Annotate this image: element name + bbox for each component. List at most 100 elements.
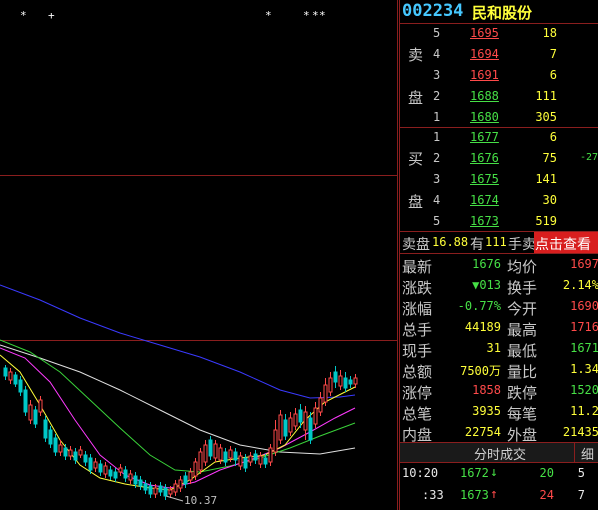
kline-chart[interactable]: * + * * * * 10.37 <box>0 0 398 510</box>
level-index: 2 <box>433 151 441 165</box>
level-index: 2 <box>433 89 441 103</box>
marker-row: * + * * * * <box>20 9 326 22</box>
level-price[interactable]: 1691 <box>470 68 499 82</box>
level-index: 3 <box>433 172 441 186</box>
candle-body <box>133 475 138 485</box>
candle-body <box>213 443 218 459</box>
candle-body <box>23 389 28 413</box>
stat-label: 总手 <box>402 321 433 339</box>
candle-body <box>88 457 93 471</box>
order-text-c: 手 <box>508 237 522 253</box>
candle-body <box>143 483 148 491</box>
stat-label: 涨停 <box>402 384 433 402</box>
candle-body <box>8 371 13 381</box>
candle-body <box>138 479 143 487</box>
candle-body <box>48 429 53 445</box>
stat-label: 涨幅 <box>402 300 433 318</box>
level-volume: 141 <box>535 172 557 186</box>
level-price[interactable]: 1677 <box>470 130 499 144</box>
candle-body <box>123 469 128 479</box>
stat-value: 44189 <box>464 320 501 334</box>
stat-value: 1716 <box>570 320 598 334</box>
candle-body <box>38 399 43 413</box>
candle-body <box>353 377 358 385</box>
level-volume: 30 <box>542 193 557 207</box>
candle-body <box>118 467 123 473</box>
candle-body <box>233 451 238 461</box>
level-price[interactable]: 1688 <box>470 89 499 103</box>
low-pointer-line <box>165 495 184 502</box>
candle-body <box>323 384 328 403</box>
stat-value: 22754 <box>464 425 501 439</box>
stat-value: 1690 <box>570 299 598 313</box>
marker-glyph: * <box>265 9 272 22</box>
stat-value: 1.34 <box>570 362 598 376</box>
stat-value: 1697 <box>570 257 598 271</box>
stat-value: 2.14% <box>562 278 598 292</box>
level-volume: 519 <box>535 214 557 228</box>
stock-code: 002234 <box>402 1 464 21</box>
candle-body <box>163 487 168 497</box>
candle-body <box>208 439 213 457</box>
level-change: -27 <box>579 152 598 163</box>
tab-separator <box>574 443 575 462</box>
ma-white-line <box>0 344 356 455</box>
tick-price: 1673 <box>460 488 489 502</box>
candle-body <box>338 375 343 387</box>
stat-value: 1676 <box>472 257 501 271</box>
level-volume: 6 <box>549 68 557 82</box>
candle-body <box>188 471 193 481</box>
candle-body <box>198 451 203 471</box>
tick-time: 10:20 <box>402 466 439 480</box>
candle-body <box>328 377 333 393</box>
level-price[interactable]: 1676 <box>470 151 499 165</box>
candle-body <box>73 451 78 461</box>
level-index: 1 <box>433 130 441 144</box>
level-index: 5 <box>433 26 441 40</box>
level-price[interactable]: 1675 <box>470 172 499 186</box>
sell-label-bottom: 盘 <box>408 89 424 107</box>
candle-body <box>268 447 273 463</box>
tab-tick-trades[interactable]: 分时成交 <box>474 444 526 463</box>
candle-body <box>333 371 338 383</box>
stat-label: 量比 <box>507 363 538 381</box>
marker-glyph: * <box>319 9 326 22</box>
order-summary: 卖盘 16.88 有 111 手 卖 点击查看 <box>400 232 598 253</box>
level-index: 5 <box>433 214 441 228</box>
candle-body <box>128 473 133 481</box>
stat-value: 3935 <box>472 404 501 418</box>
candle-body <box>153 487 158 495</box>
level-price[interactable]: 1673 <box>470 214 499 228</box>
tab-detail[interactable]: 细 <box>581 444 594 463</box>
level-price[interactable]: 1680 <box>470 110 499 124</box>
candle-body <box>158 485 163 493</box>
moving-average-lines <box>0 284 356 491</box>
candle-body <box>348 379 353 385</box>
tick-price: 1672 <box>460 466 489 480</box>
level-volume: 6 <box>549 130 557 144</box>
tick-time: :33 <box>422 488 444 502</box>
view-details-link[interactable]: 点击查看 <box>534 232 598 253</box>
candle-body <box>253 453 258 461</box>
sell-book: 卖 盘 5 1695 18 4 1694 7 3 1691 6 2 1688 1… <box>400 24 598 127</box>
kline-svg[interactable]: * + * * * * 10.37 <box>0 0 398 510</box>
candle-body <box>148 485 153 495</box>
stock-name: 民和股份 <box>472 4 533 22</box>
candle-body <box>43 419 48 439</box>
candle-body <box>318 397 323 413</box>
marker-glyph: * <box>303 9 310 22</box>
level-price[interactable]: 1694 <box>470 47 499 61</box>
level-price[interactable]: 1695 <box>470 26 499 40</box>
tick-count: 7 <box>577 488 585 502</box>
low-price-label: 10.37 <box>184 494 217 507</box>
order-volume: 111 <box>485 235 507 249</box>
candle-body <box>33 409 38 425</box>
level-volume: 111 <box>535 89 557 103</box>
level-price[interactable]: 1674 <box>470 193 499 207</box>
candle-body <box>108 469 113 477</box>
stat-value: 7500万 <box>460 364 501 378</box>
candle-body <box>218 447 223 461</box>
stat-label: 均价 <box>507 258 538 276</box>
candle-body <box>278 414 283 441</box>
candle-body <box>288 417 293 433</box>
